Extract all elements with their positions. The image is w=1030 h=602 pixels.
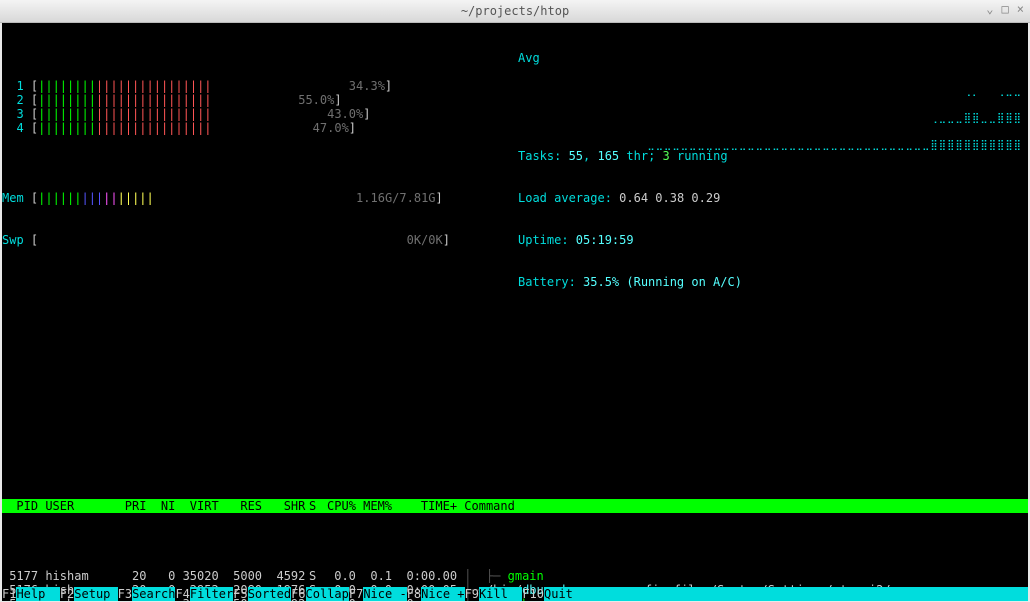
hdr-shr[interactable]: SHR <box>262 499 305 513</box>
hdr-time[interactable]: TIME+ <box>392 499 457 513</box>
swp-bar: [ 0K/0K] <box>31 233 450 247</box>
hdr-cmd[interactable]: Command <box>464 499 1028 513</box>
hdr-pid[interactable]: PID <box>2 499 38 513</box>
avg-label: Avg <box>518 51 540 65</box>
fkey-label[interactable]: Kill <box>479 587 522 601</box>
swp-label: Swp <box>2 233 31 247</box>
tasks-line: Tasks: 55, 165 thr; 3 running <box>518 149 742 163</box>
hdr-res[interactable]: RES <box>219 499 262 513</box>
fkey-label[interactable]: Nice + <box>421 587 464 601</box>
minimize-icon[interactable]: ⌄ <box>986 2 993 16</box>
fkey-label[interactable]: Search <box>132 587 175 601</box>
fkey-label[interactable]: Quit <box>544 587 587 601</box>
fkey[interactable]: F2 <box>60 587 74 601</box>
window-titlebar[interactable]: ~/projects/htop ⌄ □ × <box>0 0 1030 23</box>
loadavg-line: Load average: 0.64 0.38 0.29 <box>518 191 742 205</box>
mem-label: Mem <box>2 191 31 205</box>
fkey-label[interactable]: Filter <box>190 587 233 601</box>
fkey[interactable]: F3 <box>118 587 132 601</box>
fkey[interactable]: F1 <box>2 587 16 601</box>
hdr-mem[interactable]: MEM% <box>356 499 392 513</box>
process-row[interactable]: 5177hisham2003502050004592S0.00.10:00.00… <box>2 569 1028 583</box>
fkey[interactable]: F4 <box>175 587 189 601</box>
fkey[interactable]: F9 <box>465 587 479 601</box>
terminal-body[interactable]: 1 [|||||||||||||||||||||||| 34.3%]2 [|||… <box>2 23 1028 601</box>
hdr-pri[interactable]: PRI <box>118 499 147 513</box>
footer-bar: F1Help F2Setup F3SearchF4FilterF5SortedF… <box>2 587 1028 601</box>
column-header[interactable]: PID USER PRI NI VIRT RES SHR S CPU% MEM%… <box>2 499 1028 513</box>
fkey[interactable]: F7 <box>349 587 363 601</box>
hdr-user[interactable]: USER <box>45 499 117 513</box>
fkey-label[interactable]: Setup <box>74 587 117 601</box>
hdr-cpu[interactable]: CPU% <box>320 499 356 513</box>
close-icon[interactable]: × <box>1017 2 1024 16</box>
hdr-s[interactable]: S <box>305 499 319 513</box>
fkey[interactable]: F10 <box>522 587 544 601</box>
fkey[interactable]: F5 <box>233 587 247 601</box>
hdr-virt[interactable]: VIRT <box>175 499 218 513</box>
fkey-label[interactable]: Collap <box>306 587 349 601</box>
fkey-label[interactable]: Nice - <box>363 587 406 601</box>
uptime-line: Uptime: 05:19:59 <box>518 233 742 247</box>
window-controls: ⌄ □ × <box>986 2 1024 16</box>
fkey[interactable]: F8 <box>407 587 421 601</box>
battery-line: Battery: 35.5% (Running on A/C) <box>518 275 742 289</box>
fkey[interactable]: F6 <box>291 587 305 601</box>
app-window: ~/projects/htop ⌄ □ × 1 [|||||||||||||||… <box>0 0 1030 602</box>
mem-bar: [|||||||||||||||| 1.16G/7.81G] <box>31 191 443 205</box>
fkey-label[interactable]: Sorted <box>248 587 291 601</box>
fkey-label[interactable]: Help <box>16 587 59 601</box>
window-title: ~/projects/htop <box>461 4 569 18</box>
hdr-ni[interactable]: NI <box>146 499 175 513</box>
maximize-icon[interactable]: □ <box>1002 2 1009 16</box>
